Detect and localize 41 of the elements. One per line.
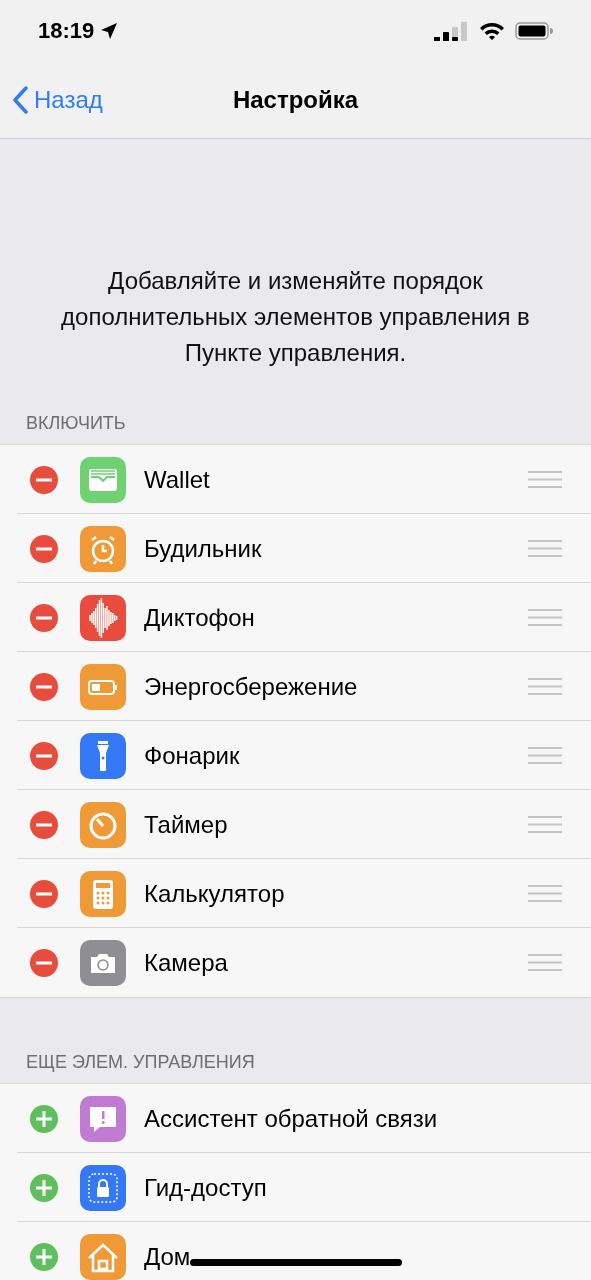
control-name: Энергосбережение — [144, 672, 358, 701]
control-name: Диктофон — [144, 603, 255, 632]
control-name: Будильник — [144, 534, 262, 563]
drag-handle-icon[interactable] — [528, 885, 562, 902]
remove-icon[interactable] — [30, 672, 58, 701]
drag-handle-icon[interactable] — [528, 471, 562, 488]
add-icon[interactable] — [30, 1242, 58, 1271]
location-arrow-icon — [100, 22, 119, 40]
control-name: Калькулятор — [144, 879, 285, 908]
signal-icon — [434, 21, 469, 41]
page-title: Настройка — [232, 86, 359, 114]
remove-icon[interactable] — [30, 879, 58, 908]
drag-handle-icon[interactable] — [528, 747, 562, 764]
section-header: ЕЩЕ ЭЛЕМ. УПРАВЛЕНИЯ — [25, 1052, 256, 1074]
back-chevron-icon — [12, 86, 28, 114]
remove-icon[interactable] — [30, 948, 58, 977]
wifi-icon — [479, 21, 505, 41]
control-name: Гид-доступ — [144, 1173, 267, 1202]
control-name: Таймер — [144, 810, 228, 839]
control-name: Камера — [144, 948, 228, 977]
add-icon[interactable] — [30, 1104, 58, 1133]
remove-icon[interactable] — [30, 603, 58, 632]
control-name: Фонарик — [144, 741, 240, 770]
control-name: Wallet — [144, 465, 210, 494]
drag-handle-icon[interactable] — [528, 954, 562, 971]
remove-icon[interactable] — [30, 810, 58, 839]
add-icon[interactable] — [30, 1173, 58, 1202]
description-text: Добавляйте и изменяйте порядок дополнительных элементов управления в Пункте управления. — [60, 266, 531, 368]
battery-icon — [515, 22, 553, 40]
drag-handle-icon[interactable] — [528, 540, 562, 557]
drag-handle-icon[interactable] — [528, 816, 562, 833]
drag-handle-icon[interactable] — [528, 609, 562, 626]
remove-icon[interactable] — [30, 465, 58, 494]
drag-handle-icon[interactable] — [528, 678, 562, 695]
remove-icon[interactable] — [30, 741, 58, 770]
status-time: 18:19 — [38, 18, 95, 44]
control-name: Ассистент обратной связи — [144, 1104, 438, 1133]
back-button[interactable]: Назад — [12, 86, 103, 114]
section-header: ВКЛЮЧИТЬ — [25, 413, 127, 435]
remove-icon[interactable] — [30, 534, 58, 563]
control-name: Дом — [144, 1242, 191, 1271]
